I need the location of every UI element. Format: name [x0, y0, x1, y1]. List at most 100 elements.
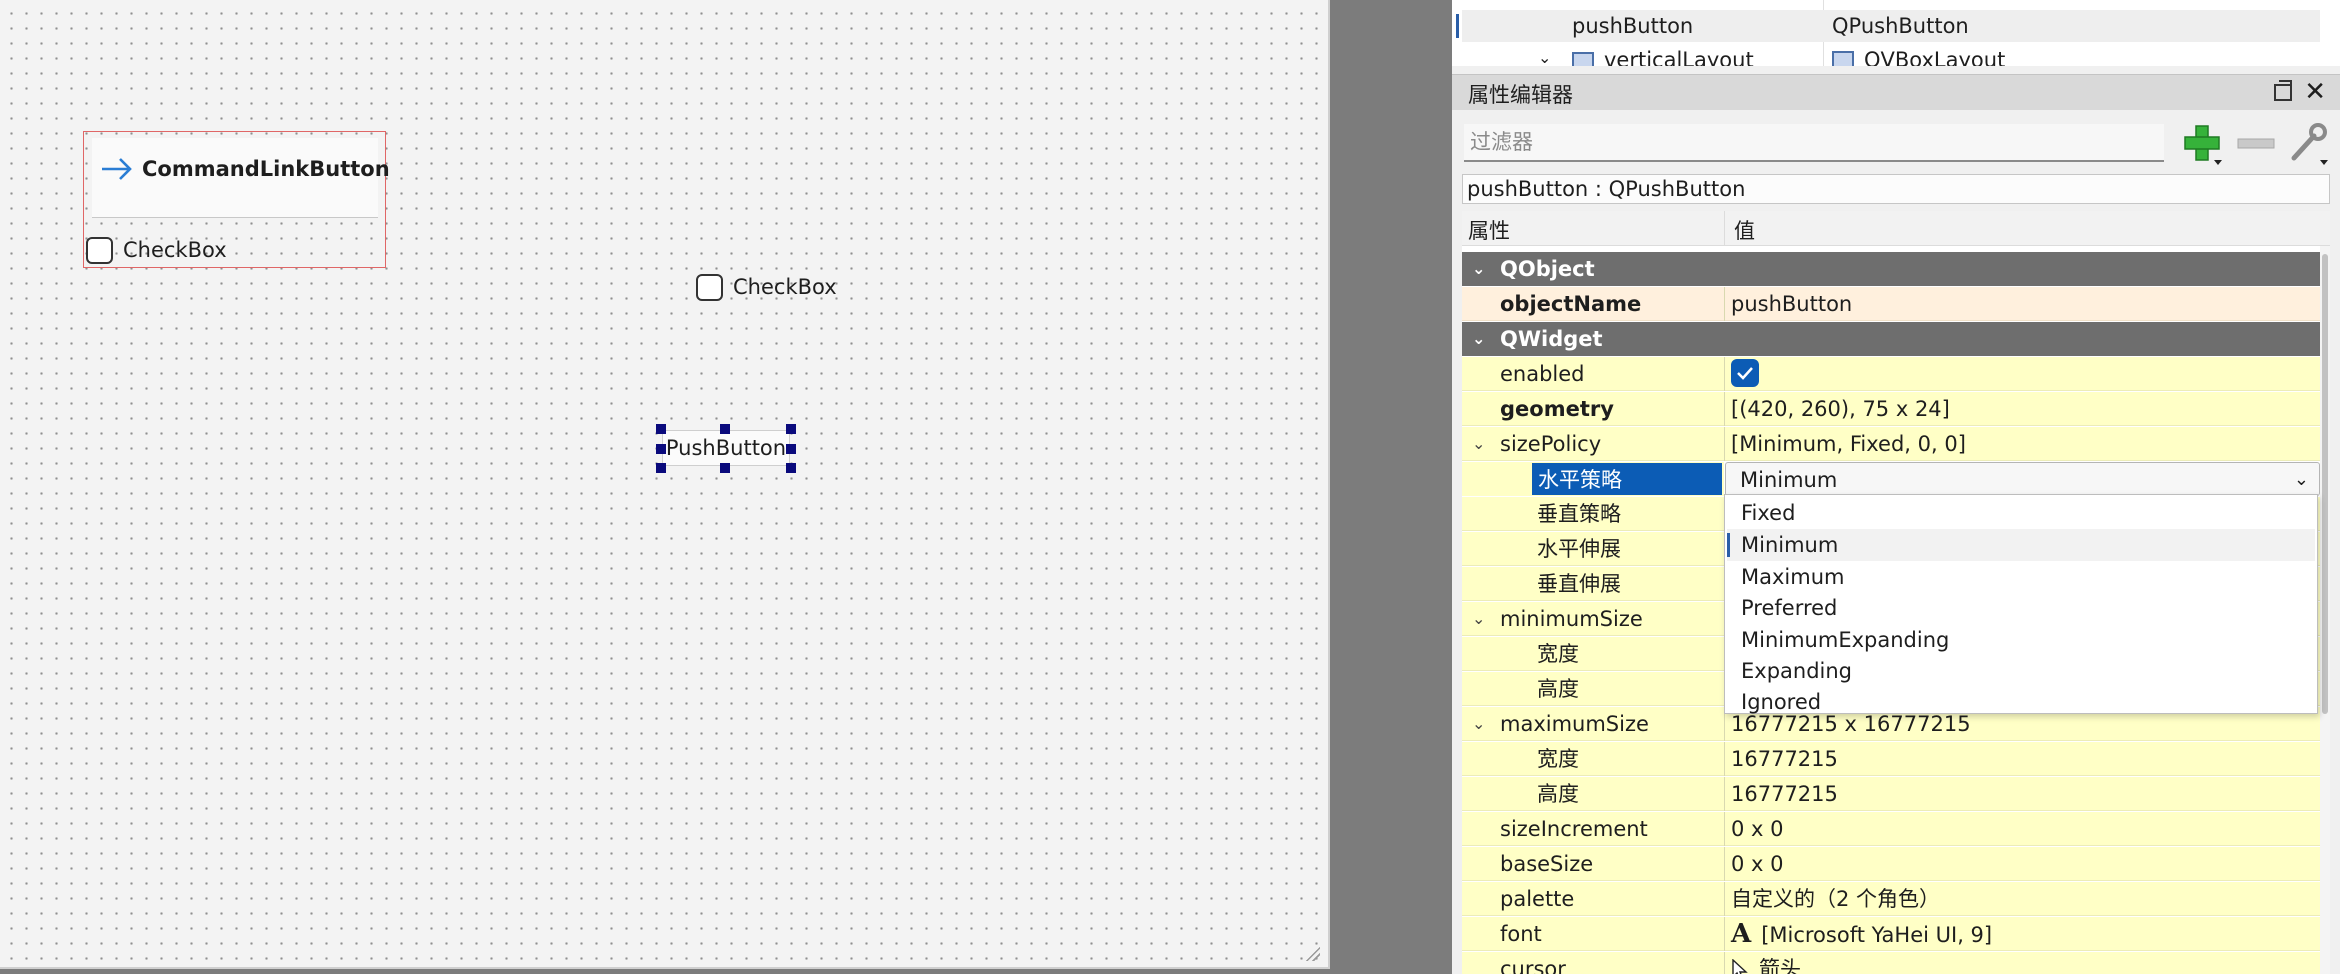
prop-value[interactable]: 0 x 0 — [1725, 847, 2320, 881]
prop-name: font — [1462, 917, 1724, 951]
prop-name: geometry — [1462, 392, 1724, 426]
policy-dropdown-list[interactable]: Fixed Minimum Maximum Preferred MinimumE… — [1724, 494, 2318, 714]
header-divider[interactable] — [1724, 211, 1725, 246]
prop-palette[interactable]: palette 自定义的（2 个角色） — [1462, 882, 2320, 916]
resize-handle-top-right[interactable] — [786, 424, 796, 434]
prop-value[interactable]: pushButton — [1725, 287, 2320, 321]
prop-name: baseSize — [1462, 847, 1724, 881]
layout-icon — [1572, 52, 1594, 66]
prop-max-width[interactable]: 宽度 16777215 — [1462, 742, 2320, 776]
property-scrollbar[interactable] — [2320, 246, 2330, 974]
chevron-down-icon[interactable]: ⌄ — [1472, 322, 1485, 356]
close-icon[interactable]: ✕ — [2304, 77, 2326, 107]
option-fixed[interactable]: Fixed — [1727, 497, 2315, 529]
layout-icon — [1832, 51, 1854, 66]
prop-value[interactable]: 箭头 — [1725, 952, 2320, 974]
prop-value[interactable] — [1725, 357, 2320, 391]
resize-handle-left[interactable] — [656, 444, 666, 454]
property-table-header: 属性 值 — [1462, 211, 2330, 246]
prop-value[interactable]: [Minimum, Fixed, 0, 0] — [1725, 427, 2320, 461]
resize-handle-top-left[interactable] — [656, 424, 666, 434]
prop-value[interactable]: 16777215 — [1725, 742, 2320, 776]
object-row-verticallayout[interactable]: ⌄ verticalLayout QVBoxLayout — [1462, 44, 2320, 66]
prop-name: sizePolicy — [1462, 427, 1724, 461]
canvas-resize-grip[interactable] — [1304, 945, 1320, 961]
prop-name: 宽度 — [1462, 742, 1724, 776]
remove-icon[interactable] — [2234, 122, 2278, 166]
header-property[interactable]: 属性 — [1468, 215, 1510, 245]
resize-handle-top[interactable] — [720, 424, 730, 434]
prop-name: sizeIncrement — [1462, 812, 1724, 846]
option-preferred[interactable]: Preferred — [1727, 592, 2315, 624]
arrow-right-icon — [102, 158, 132, 180]
prop-name: 垂直策略 — [1462, 497, 1724, 531]
prop-horizontal-policy[interactable]: 水平策略 Minimum ⌄ — [1462, 462, 2320, 496]
command-link-button[interactable]: CommandLinkButton — [92, 138, 390, 218]
prop-font[interactable]: › font A[Microsoft YaHei UI, 9] — [1462, 917, 2320, 951]
prop-enabled[interactable]: enabled — [1462, 357, 2320, 391]
cursor-value: 箭头 — [1759, 957, 1801, 974]
prop-name: 水平伸展 — [1462, 532, 1724, 566]
prop-name: minimumSize — [1462, 602, 1724, 636]
chevron-down-icon[interactable]: ⌄ — [1538, 48, 1551, 66]
object-name: pushButton — [1572, 14, 1694, 38]
enabled-checkbox[interactable] — [1731, 359, 1759, 387]
property-editor-title: 属性编辑器 — [1468, 83, 1573, 107]
prop-name: 水平策略 — [1532, 463, 1722, 495]
resize-handle-bottom-left[interactable] — [656, 463, 666, 473]
chevron-down-icon[interactable]: ⌄ — [2294, 463, 2309, 497]
float-icon[interactable] — [2274, 80, 2292, 101]
option-minimum-expanding[interactable]: MinimumExpanding — [1727, 624, 2315, 656]
chevron-down-icon[interactable]: ⌄ — [1472, 602, 1485, 636]
prop-geometry[interactable]: › geometry [(420, 260), 75 x 24] — [1462, 392, 2320, 426]
object-name-cell: ⌄ verticalLayout — [1462, 48, 1824, 66]
chevron-down-icon[interactable]: ⌄ — [1472, 427, 1485, 461]
object-class-line: pushButton : QPushButton — [1462, 174, 2330, 204]
resize-handle-right[interactable] — [786, 444, 796, 454]
prop-basesize[interactable]: › baseSize 0 x 0 — [1462, 847, 2320, 881]
prop-value[interactable]: 16777215 — [1725, 777, 2320, 811]
font-value: [Microsoft YaHei UI, 9] — [1761, 923, 1993, 947]
header-value[interactable]: 值 — [1734, 215, 1755, 245]
group-qwidget[interactable]: QWidget ⌄ — [1462, 322, 2320, 356]
option-maximum[interactable]: Maximum — [1727, 561, 2315, 593]
filter-toolbar — [1452, 118, 2340, 174]
chevron-down-icon[interactable]: ⌄ — [1472, 252, 1485, 286]
checkbox-2[interactable]: CheckBox — [696, 273, 837, 301]
filter-input[interactable] — [1464, 124, 2164, 162]
option-expanding[interactable]: Expanding — [1727, 655, 2315, 687]
policy-combobox[interactable]: Minimum ⌄ — [1725, 462, 2320, 496]
push-button[interactable]: PushButton — [662, 430, 790, 466]
checkbox-1-box[interactable] — [86, 236, 113, 264]
prop-name: enabled — [1462, 357, 1724, 391]
prop-name: 高度 — [1462, 777, 1724, 811]
prop-sizepolicy[interactable]: sizePolicy ⌄ [Minimum, Fixed, 0, 0] — [1462, 427, 2320, 461]
wrench-icon[interactable] — [2286, 122, 2330, 166]
prop-value[interactable]: 自定义的（2 个角色） — [1725, 882, 2320, 916]
option-minimum[interactable]: Minimum — [1727, 529, 2315, 561]
object-name: verticalLayout — [1604, 48, 1754, 66]
object-row-pushbutton[interactable]: pushButton QPushButton — [1456, 10, 2320, 42]
scrollbar-thumb[interactable] — [2322, 254, 2328, 714]
add-icon[interactable] — [2180, 122, 2224, 166]
object-inspector: pushButton QPushButton ⌄ verticalLayout … — [1452, 0, 2340, 66]
font-icon: A — [1731, 919, 1752, 949]
prop-value[interactable]: A [Microsoft YaHei UI, 9] — [1725, 917, 2320, 951]
prop-sizeincrement[interactable]: › sizeIncrement 0 x 0 — [1462, 812, 2320, 846]
object-class-cell: QVBoxLayout — [1824, 48, 2320, 66]
prop-value[interactable]: 0 x 0 — [1725, 812, 2320, 846]
resize-handle-bottom-right[interactable] — [786, 463, 796, 473]
checkbox-1[interactable]: CheckBox — [86, 236, 227, 264]
option-ignored[interactable]: Ignored — [1727, 686, 2315, 718]
arrow-cursor-icon — [1732, 958, 1748, 974]
prop-cursor[interactable]: › cursor 箭头 — [1462, 952, 2320, 974]
prop-max-height[interactable]: 高度 16777215 — [1462, 777, 2320, 811]
group-qobject[interactable]: QObject ⌄ — [1462, 252, 2320, 286]
form-canvas[interactable]: CommandLinkButton CheckBox CheckBox Push… — [0, 0, 1330, 969]
resize-handle-bottom[interactable] — [720, 463, 730, 473]
prop-value[interactable]: [(420, 260), 75 x 24] — [1725, 392, 2320, 426]
prop-name: objectName — [1462, 287, 1724, 321]
checkbox-2-box[interactable] — [696, 273, 723, 301]
chevron-down-icon[interactable]: ⌄ — [1472, 707, 1485, 741]
prop-objectname[interactable]: objectName pushButton — [1462, 287, 2320, 321]
